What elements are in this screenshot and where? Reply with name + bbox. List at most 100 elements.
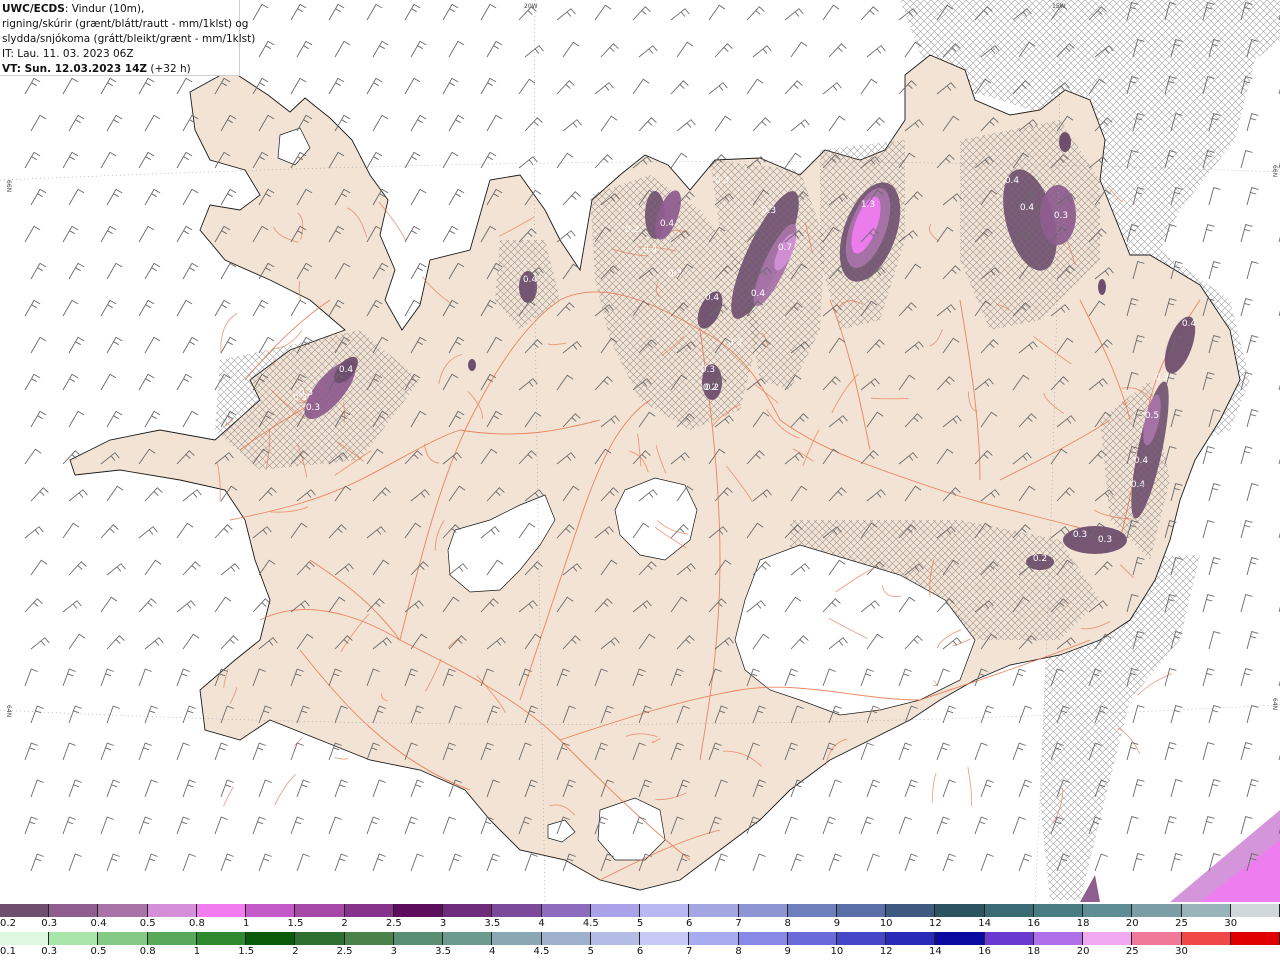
precip-value-label: 0.3 [1098, 535, 1112, 545]
weather-map-view: 0.3 0.3 0.3 0.2 0.4 0.4 0.2 0.3 0.7 0.4 0.4 0.4 0.3 0… [0, 0, 1280, 960]
model-name: UWC/ECDS [2, 3, 65, 15]
precip-value-label: 0.3 [728, 338, 742, 348]
variable-description: : Vindur (10m), [64, 3, 145, 15]
precip-value-label: 0.3 [715, 176, 729, 186]
legend-swatch [443, 904, 493, 917]
rain-legend-labels: 0.1 0.3 0.5 0.8 1 1.5 2 2.5 3 3.5 4 4.5 5 6 7 8 9 10 12 14 1… [0, 946, 1280, 958]
legend-label: 0.3 [41, 918, 58, 929]
legend-label: 25 [1175, 918, 1188, 929]
legend-swatch [787, 932, 837, 945]
legend-label: 20 [1076, 946, 1090, 957]
legend-swatch [1230, 904, 1280, 917]
precip-value-label: 0.4 [1005, 176, 1020, 186]
legend-label: 1 [193, 946, 201, 957]
legend-swatch [295, 904, 345, 917]
legend-label: 4 [538, 918, 545, 929]
legend-swatch [147, 904, 197, 917]
legend-label: 20 [1125, 918, 1139, 929]
lon-label-15w: 15W [1052, 3, 1066, 10]
legend-label: 0.3 [41, 946, 58, 957]
precip-value-label: 0.4 [1182, 319, 1197, 329]
legend-swatch [640, 904, 690, 917]
legend-swatch [1181, 904, 1231, 917]
legend-swatch [49, 932, 99, 945]
legend-swatch [246, 932, 296, 945]
legend-label: 4.5 [582, 918, 599, 929]
legend-swatch [492, 932, 542, 945]
legend-label: 2.5 [336, 946, 353, 957]
lead-time: (+32 h) [147, 63, 191, 75]
legend-label: 0.5 [90, 946, 107, 957]
legend-label: 10 [879, 918, 893, 929]
init-time: IT: Lau. 11. 03. 2023 06Z [2, 48, 134, 60]
legend-label: 0.4 [90, 918, 107, 929]
legend-label: 12 [879, 946, 893, 957]
legend-label: 3.5 [435, 946, 452, 957]
legend-label: 0.8 [139, 946, 156, 957]
legend-label: 0.2 [0, 918, 16, 929]
legend-swatch [886, 904, 936, 917]
legend-swatch [935, 932, 985, 945]
valid-time-line: VT: Sun. 12.03.2023 14Z (+32 h) [2, 62, 237, 77]
legend-swatch [1230, 932, 1280, 945]
precip-value-label: 0.4 [1134, 456, 1149, 466]
precip-value-label: 0.2 [625, 225, 639, 235]
forecast-info-box: UWC/ECDS: Vindur (10m), rigning/skúrir (… [0, 0, 255, 77]
legend-swatch [1033, 932, 1084, 945]
precip-value-label: 0.3 [701, 365, 715, 375]
legend-swatch [787, 904, 837, 917]
legend-swatch [1033, 904, 1084, 917]
legend-swatch [393, 932, 444, 945]
legend-label: 3 [439, 918, 447, 929]
legend-swatch [0, 904, 50, 917]
legend-swatch [98, 932, 148, 945]
legend-swatch [590, 932, 641, 945]
legend-label: 16 [1027, 918, 1041, 929]
legend-label: 2.5 [385, 918, 402, 929]
legend-swatch [344, 932, 394, 945]
legend-label: 3.5 [484, 918, 501, 929]
legend-label: 3 [390, 946, 397, 957]
legend-swatch [689, 904, 739, 917]
legend-label: 1.5 [238, 946, 255, 957]
legend-swatch [492, 904, 542, 917]
lat-label-left-66n: 66N [5, 180, 12, 192]
legend-swatch [1132, 932, 1182, 945]
legend-swatch [738, 904, 788, 917]
legend-label: 6 [636, 946, 644, 957]
legend-swatch [1083, 932, 1133, 945]
legend-label: 2 [341, 918, 348, 929]
legend-swatch [196, 932, 247, 945]
legend-label: 4.5 [533, 946, 550, 957]
legend-swatch [0, 932, 50, 945]
legend-swatch [640, 932, 690, 945]
legend-swatch [196, 904, 247, 917]
precip-value-label: 1.3 [861, 200, 875, 210]
legend-label: 2 [292, 946, 299, 957]
precip-value-label: 0.3 [762, 206, 776, 216]
legend-label: 30 [1224, 918, 1238, 929]
legend-swatch [295, 932, 345, 945]
legend-label: 4 [489, 946, 496, 957]
legend-label: 10 [830, 946, 844, 957]
legend-label: 8 [735, 946, 742, 957]
legend-swatch [738, 932, 788, 945]
legend-swatch [689, 932, 739, 945]
lat-label-left-64n: 64N [5, 705, 12, 717]
lat-label-right-66n: 66N [1271, 165, 1278, 177]
legend-label: 25 [1125, 946, 1139, 957]
legend-label: 1.5 [287, 918, 304, 929]
legend-label: 5 [587, 946, 594, 957]
legend-swatch [98, 904, 148, 917]
precip-value-label: 0.4 [643, 245, 658, 255]
valid-time: VT: Sun. 12.03.2023 14Z [2, 63, 148, 75]
legend-label: 18 [1027, 946, 1041, 957]
legend-label: 0.5 [139, 918, 156, 929]
legend-label: 6 [686, 918, 693, 929]
info-line-2: rigning/skúrir (grænt/blátt/rautt - mm/1… [2, 18, 249, 30]
precip-value-label: 0.4 [339, 365, 354, 375]
legend-swatch [246, 904, 296, 917]
legend-swatch [541, 904, 591, 917]
legend-label: 12 [929, 918, 942, 929]
precip-value-label: 0.3 [306, 403, 320, 413]
